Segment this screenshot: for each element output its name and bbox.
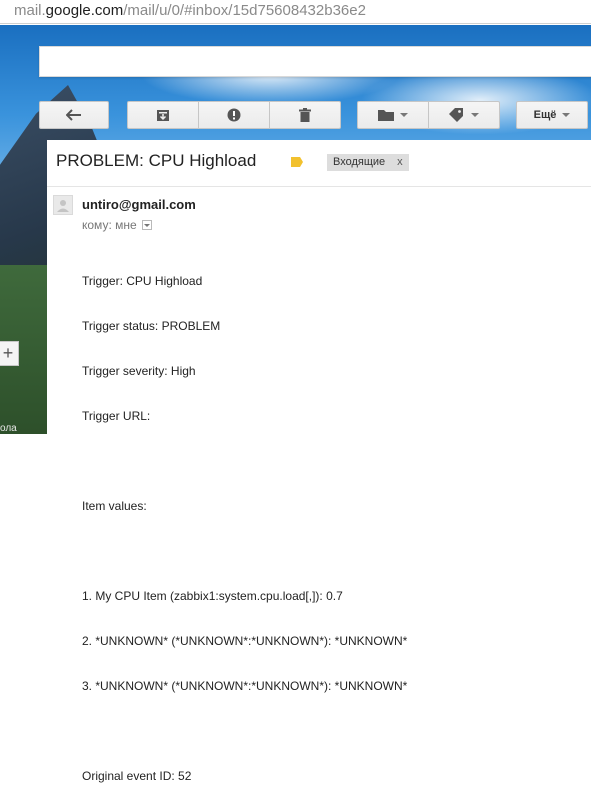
- body-line: [82, 544, 407, 559]
- recipient-line: кому: мне: [82, 218, 152, 232]
- archive-icon: [156, 109, 170, 122]
- archive-button[interactable]: [127, 101, 199, 129]
- folder-icon: [378, 109, 394, 121]
- move-to-button[interactable]: [357, 101, 429, 129]
- sender-address[interactable]: untiro@gmail.com: [82, 197, 196, 212]
- avatar[interactable]: [53, 195, 73, 215]
- show-details-dropdown[interactable]: [141, 220, 152, 230]
- body-line: [82, 454, 407, 469]
- chevron-down-icon: [471, 113, 479, 117]
- search-input[interactable]: [39, 46, 591, 77]
- url-host: google.com: [45, 2, 124, 19]
- address-bar[interactable]: mail.google.com/mail/u/0/#inbox/15d75608…: [0, 0, 591, 24]
- body-line: 1. My CPU Item (zabbix1:system.cpu.load[…: [82, 589, 343, 603]
- chevron-down-icon: [400, 113, 408, 117]
- report-spam-button[interactable]: [198, 101, 270, 129]
- inbox-label-text: Входящие: [333, 156, 386, 168]
- inbox-label-chip: Входящие x: [327, 154, 409, 171]
- chevron-down-icon: [562, 113, 571, 117]
- body-line: Trigger status: PROBLEM: [82, 319, 221, 333]
- label-tag-icon: [449, 108, 465, 122]
- message-subject: PROBLEM: CPU Highload: [56, 151, 257, 170]
- more-button[interactable]: Ещё: [516, 101, 588, 129]
- url-path: /mail/u/0/#inbox/15d75608432b36e2: [123, 2, 366, 19]
- body-line: Trigger severity: High: [82, 364, 196, 378]
- report-spam-icon: [227, 108, 241, 122]
- back-button[interactable]: [39, 101, 109, 129]
- delete-button[interactable]: [269, 101, 341, 129]
- message-body: Trigger: CPU Highload Trigger status: PR…: [82, 244, 407, 799]
- body-line: Original event ID: 52: [82, 769, 192, 783]
- header-divider: [47, 186, 591, 187]
- body-line: 2. *UNKNOWN* (*UNKNOWN*:*UNKNOWN*): *UNK…: [82, 634, 408, 648]
- add-button[interactable]: +: [0, 341, 19, 366]
- recipient-text: кому: мне: [82, 218, 137, 232]
- body-line: Trigger URL:: [82, 409, 151, 423]
- body-line: Trigger: CPU Highload: [82, 274, 203, 288]
- more-button-label: Ещё: [533, 109, 557, 121]
- body-line: [82, 724, 407, 739]
- remove-label-button[interactable]: x: [397, 154, 403, 171]
- url-prefix: mail.: [14, 2, 46, 19]
- trash-icon: [299, 108, 311, 122]
- person-icon: [57, 200, 69, 212]
- body-line: Item values:: [82, 499, 147, 513]
- body-line: 3. *UNKNOWN* (*UNKNOWN*:*UNKNOWN*): *UNK…: [82, 679, 408, 693]
- labels-button[interactable]: [428, 101, 500, 129]
- back-arrow-icon: [66, 109, 82, 121]
- corner-label: ола: [0, 423, 17, 434]
